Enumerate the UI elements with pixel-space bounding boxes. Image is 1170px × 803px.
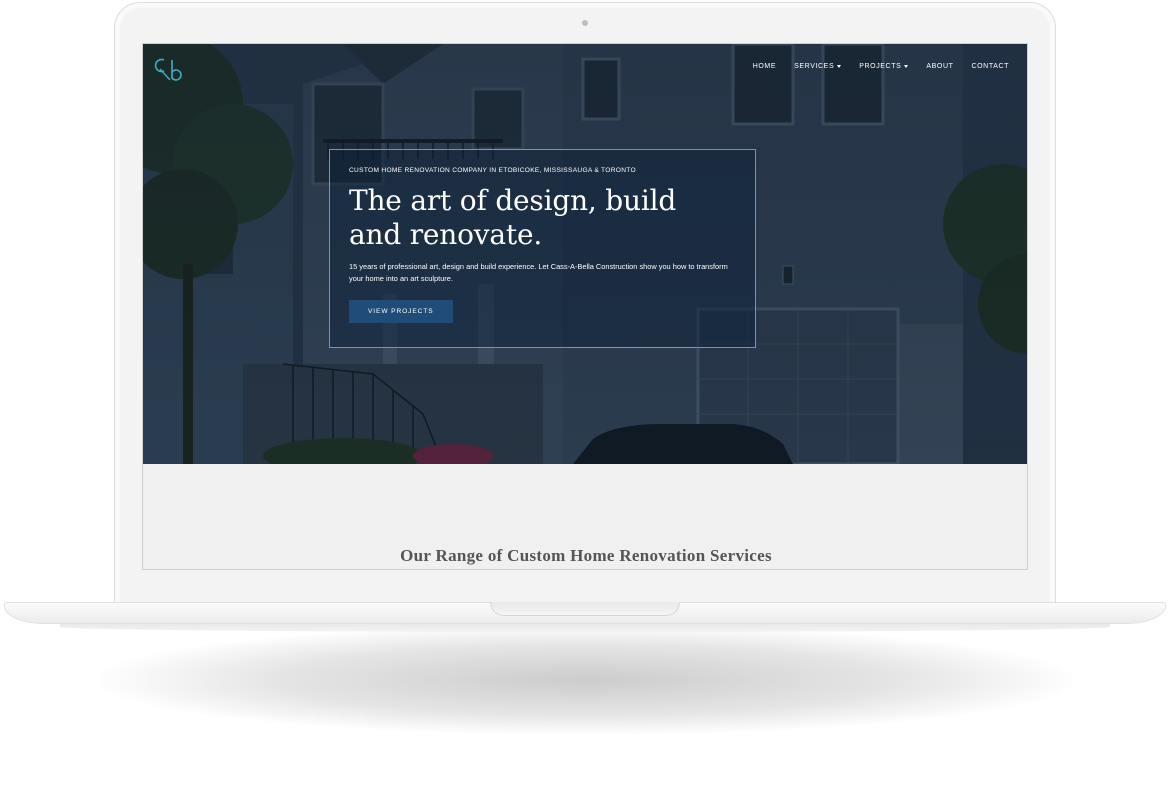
laptop-shadow [95,625,1075,735]
hero-text-box: CUSTOM HOME RENOVATION COMPANY IN ETOBIC… [329,149,756,348]
nav-about[interactable]: ABOUT [926,63,953,70]
laptop-mockup: HOME SERVICES PROJECTS ABOUT CONTACT CUS… [0,0,1170,803]
laptop-notch [490,602,680,616]
caret-down-icon [837,65,842,68]
caret-down-icon [904,65,909,68]
hero-intro: 15 years of professional art, design and… [349,262,728,283]
camera-dot [582,20,588,26]
nav-services-label: SERVICES [794,63,835,70]
hero-section: HOME SERVICES PROJECTS ABOUT CONTACT CUS… [143,44,1027,464]
main-nav: HOME SERVICES PROJECTS ABOUT CONTACT [753,63,1009,70]
services-section-title: Our Range of Custom Home Renovation Serv… [400,546,772,565]
nav-home-label: HOME [752,63,777,70]
nav-projects-label: PROJECTS [859,63,902,70]
nav-projects[interactable]: PROJECTS [859,63,909,70]
nav-contact[interactable]: CONTACT [971,63,1009,70]
nav-contact-label: CONTACT [971,63,1009,70]
browser-screen: HOME SERVICES PROJECTS ABOUT CONTACT CUS… [142,43,1028,570]
hero-headline: The art of design, build and renovate. [349,184,677,251]
nav-home[interactable]: HOME [753,63,776,70]
nav-about-label: ABOUT [926,63,954,70]
nav-services[interactable]: SERVICES [794,63,842,70]
cb-monogram-logo[interactable] [153,56,185,82]
hero-kicker: CUSTOM HOME RENOVATION COMPANY IN ETOBIC… [349,167,636,174]
view-projects-button[interactable]: VIEW PROJECTS [349,300,453,323]
